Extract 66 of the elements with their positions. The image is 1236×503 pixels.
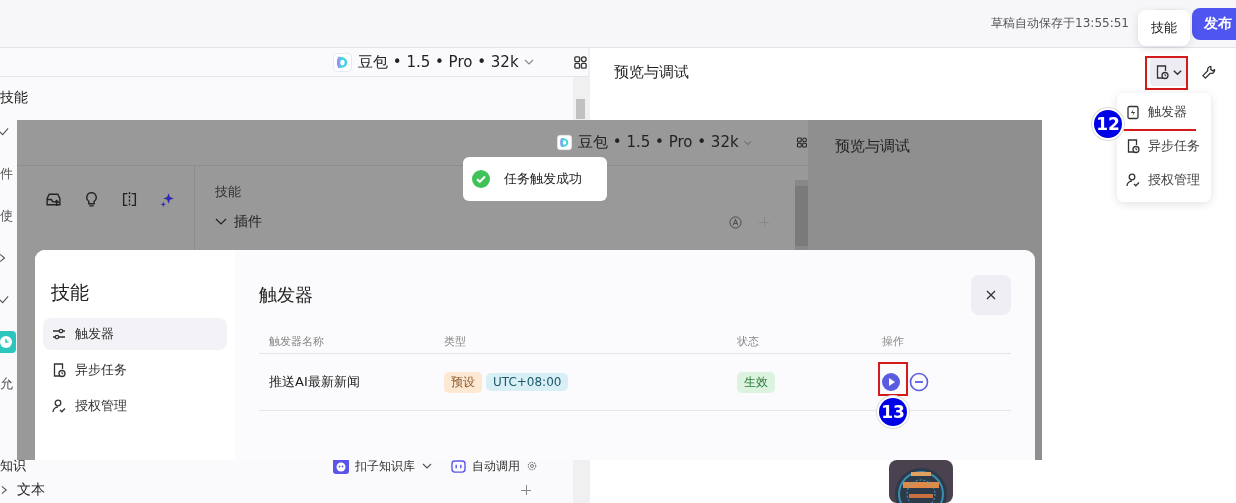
- grid-icon[interactable]: [796, 135, 808, 150]
- settings-icon[interactable]: [526, 460, 538, 472]
- auto-mode-icon[interactable]: [729, 215, 742, 229]
- sparkle-icon[interactable]: [159, 191, 176, 208]
- model-logo-icon: [557, 133, 573, 152]
- section-title: 插件: [234, 213, 263, 231]
- model-logo-icon: [333, 52, 352, 72]
- skills-button[interactable]: [1150, 58, 1187, 86]
- bulb-icon[interactable]: [83, 191, 100, 208]
- run-button[interactable]: [881, 372, 901, 392]
- menu-item[interactable]: 授权管理: [1124, 165, 1211, 195]
- dialog-title: 技能: [51, 280, 90, 305]
- tag: 预设: [444, 371, 482, 393]
- document-clock-icon: [51, 362, 67, 378]
- chevron-right-icon: [0, 484, 9, 496]
- panel-title: 预览与调试: [835, 137, 910, 155]
- step-marker: 13: [879, 398, 907, 426]
- document-clock-icon: [1154, 64, 1170, 80]
- tag: UTC+08:00: [486, 373, 569, 391]
- highlight-frame: [878, 362, 908, 396]
- model-selector[interactable]: 豆包 • 1.5 • Pro • 32k: [576, 133, 739, 152]
- document-clock-icon: [1125, 138, 1141, 154]
- section-heading: 知识: [0, 457, 27, 475]
- cut-off-text: 使: [0, 207, 13, 225]
- section-heading: 技能: [0, 89, 29, 107]
- user-check-icon: [1125, 172, 1141, 188]
- split-view-icon[interactable]: [121, 191, 138, 208]
- highlight-frame: [1145, 56, 1188, 90]
- inbox-upload-icon[interactable]: [45, 191, 62, 208]
- nav-item[interactable]: 异步任务: [43, 354, 227, 386]
- close-icon: [985, 289, 997, 301]
- column-header: 类型: [443, 333, 467, 349]
- menu-item[interactable]: 触发器: [1124, 97, 1211, 127]
- table-cell-text: 推送AI最新新闻: [268, 373, 361, 391]
- step-marker: 12: [1094, 110, 1122, 138]
- sliders-icon: [51, 326, 67, 342]
- toggle-icon: [451, 459, 466, 473]
- user-check-icon: [51, 398, 67, 414]
- panel-title: 预览与调试: [614, 62, 690, 82]
- check-icon: [0, 126, 9, 138]
- check-icon: [0, 294, 9, 306]
- autosave-status: 草稿自动保存于13:55:51: [991, 15, 1129, 32]
- column-header: 操作: [881, 333, 905, 349]
- nav-item[interactable]: 触发器: [43, 318, 227, 350]
- status-tag: 生效: [737, 371, 775, 393]
- success-icon: [472, 170, 490, 188]
- publish-button[interactable]: 发布: [1192, 7, 1236, 40]
- cut-off-text: 允: [0, 375, 13, 393]
- knowledge-source-dropdown[interactable]: 扣子知识库: [355, 457, 415, 475]
- auto-call-label: 自动调用: [472, 457, 520, 475]
- battery-bolt-icon: [1125, 104, 1141, 120]
- section-title: 文本: [17, 481, 46, 499]
- nav-item[interactable]: 授权管理: [43, 390, 227, 422]
- model-selector[interactable]: 豆包 • 1.5 • Pro • 32k: [356, 52, 519, 72]
- cut-off-text: 件: [0, 165, 13, 183]
- close-button[interactable]: [971, 275, 1011, 315]
- remove-icon[interactable]: [909, 372, 929, 392]
- dialog-heading: 触发器: [259, 283, 313, 307]
- section-heading: 技能: [215, 183, 242, 201]
- tooltip: 技能: [1138, 10, 1190, 46]
- column-header: 触发器名称: [268, 333, 325, 349]
- menu-item[interactable]: 异步任务: [1124, 131, 1211, 161]
- column-header: 状态: [736, 333, 760, 349]
- toast-message: 任务触发成功: [504, 170, 582, 188]
- grid-icon[interactable]: [572, 54, 588, 70]
- wrench-icon[interactable]: [1201, 64, 1216, 80]
